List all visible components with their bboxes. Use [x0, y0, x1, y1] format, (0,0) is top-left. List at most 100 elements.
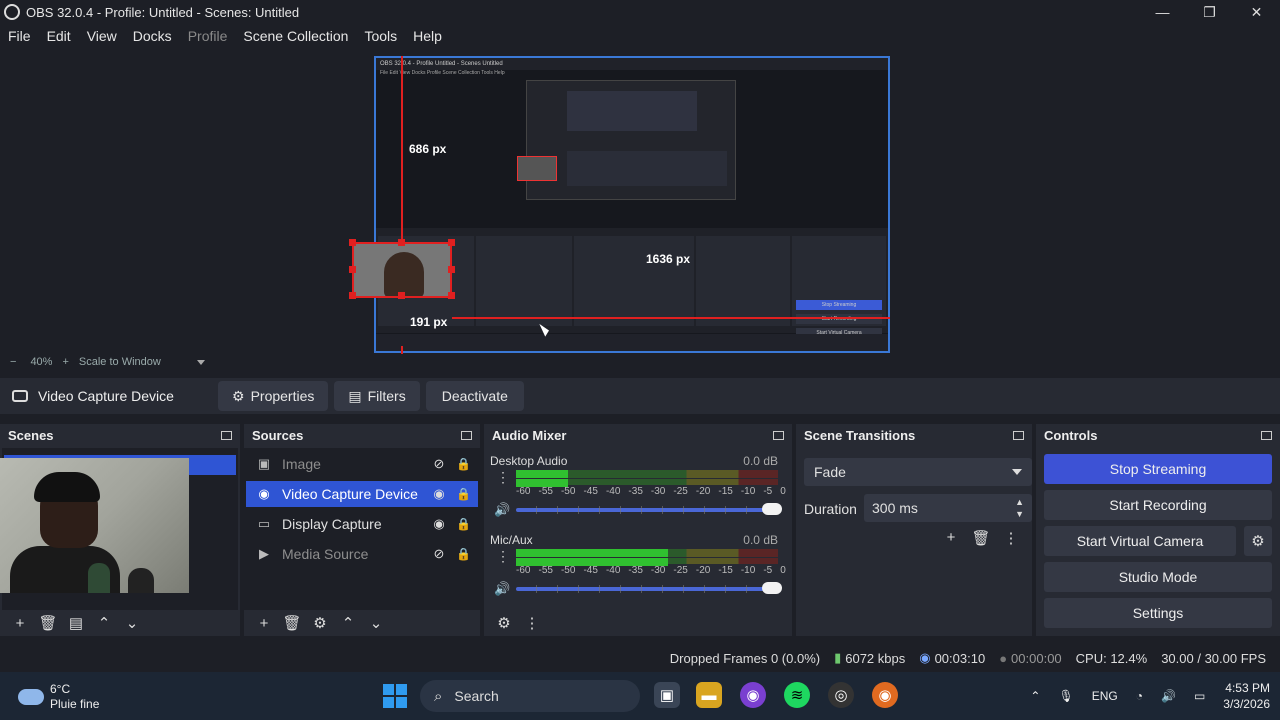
- windows-start-icon[interactable]: [383, 684, 407, 708]
- trash-icon[interactable]: 🗑: [34, 614, 62, 632]
- eye-icon[interactable]: ◉: [430, 516, 448, 532]
- task-view-icon[interactable]: ▣: [654, 682, 680, 708]
- start-virtual-camera-button[interactable]: Start Virtual Camera: [1044, 526, 1236, 556]
- channel-menu-icon[interactable]: ⋮: [496, 549, 510, 563]
- resize-handle[interactable]: [349, 292, 356, 299]
- virtual-camera-settings-icon[interactable]: ⚙: [1244, 526, 1272, 556]
- selected-source-box[interactable]: [352, 242, 452, 298]
- menu-tools[interactable]: Tools: [356, 28, 405, 44]
- battery-icon[interactable]: ▭: [1194, 689, 1205, 703]
- chevron-up-icon[interactable]: ⌃: [1030, 689, 1040, 703]
- settings-button[interactable]: Settings: [1044, 598, 1272, 628]
- menu-file[interactable]: File: [0, 28, 39, 44]
- gear-icon[interactable]: ⚙: [306, 614, 334, 632]
- lock-icon[interactable]: 🔒: [456, 517, 471, 531]
- resize-handle[interactable]: [349, 266, 356, 273]
- resize-handle[interactable]: [448, 239, 455, 246]
- resize-handle[interactable]: [349, 239, 356, 246]
- dock-float-icon[interactable]: [221, 430, 232, 440]
- chrome-icon[interactable]: ◉: [872, 682, 898, 708]
- preview-area[interactable]: OBS 32.0.4 - Profile Untitled - Scenes U…: [0, 48, 1280, 354]
- trash-icon[interactable]: 🗑: [966, 529, 996, 547]
- channel-menu-icon[interactable]: ⋮: [496, 470, 510, 484]
- eye-hidden-icon[interactable]: ⊘: [430, 456, 448, 472]
- mixer-menu-icon[interactable]: ⋮: [518, 614, 546, 632]
- resize-handle[interactable]: [448, 292, 455, 299]
- source-item-media-source[interactable]: ▶ Media Source ⊘ 🔒: [246, 541, 478, 567]
- duration-input[interactable]: 300 ms ▲ ▼: [864, 494, 1032, 522]
- transition-select[interactable]: Fade: [804, 458, 1032, 486]
- dock-float-icon[interactable]: [773, 430, 784, 440]
- resize-handle[interactable]: [398, 239, 405, 246]
- move-down-icon[interactable]: ⌄: [118, 614, 146, 632]
- minimize-button[interactable]: —: [1139, 0, 1186, 24]
- language-indicator[interactable]: ENG: [1092, 689, 1118, 703]
- wifi-icon[interactable]: ◔: [1136, 689, 1143, 703]
- add-source-button[interactable]: +: [250, 615, 278, 632]
- chevron-down-icon[interactable]: [196, 359, 205, 365]
- spinner-arrows-icon[interactable]: ▲ ▼: [1015, 496, 1024, 520]
- filters-button[interactable]: ▤ Filters: [334, 381, 420, 411]
- stop-streaming-button[interactable]: Stop Streaming: [1044, 454, 1272, 484]
- studio-mode-button[interactable]: Studio Mode: [1044, 562, 1272, 592]
- volume-slider[interactable]: [516, 582, 782, 594]
- lock-icon[interactable]: 🔒: [456, 547, 471, 561]
- maximize-button[interactable]: ❐: [1186, 0, 1233, 24]
- speaker-icon[interactable]: 🔊: [494, 581, 510, 597]
- close-button[interactable]: ✕: [1233, 0, 1280, 24]
- menu-edit[interactable]: Edit: [39, 28, 79, 44]
- file-explorer-icon[interactable]: ▬: [696, 682, 722, 708]
- resize-handle[interactable]: [448, 266, 455, 273]
- resize-handle[interactable]: [398, 292, 405, 299]
- trash-icon[interactable]: 🗑: [278, 614, 306, 632]
- slider-knob[interactable]: [762, 503, 782, 515]
- obs-taskbar-icon[interactable]: ◎: [828, 682, 854, 708]
- stream-time: 00:03:10: [934, 650, 986, 666]
- deactivate-button[interactable]: Deactivate: [425, 381, 524, 411]
- menu-help[interactable]: Help: [405, 28, 450, 44]
- clock[interactable]: 4:53 PM 3/3/2026: [1223, 680, 1270, 712]
- transition-menu-icon[interactable]: ⋮: [996, 529, 1026, 547]
- volume-icon[interactable]: 🔊: [1161, 689, 1176, 703]
- menu-profile[interactable]: Profile: [180, 28, 236, 44]
- menu-view[interactable]: View: [79, 28, 125, 44]
- source-item-video-capture[interactable]: ◉ Video Capture Device ◉ 🔒: [246, 481, 478, 507]
- eye-icon[interactable]: ◉: [430, 486, 448, 502]
- slider-knob[interactable]: [762, 582, 782, 594]
- browser-icon[interactable]: ◉: [740, 682, 766, 708]
- weather-widget[interactable]: 6°C Pluie fine: [18, 682, 99, 712]
- spotify-icon[interactable]: ≋: [784, 682, 810, 708]
- eye-hidden-icon[interactable]: ⊘: [430, 546, 448, 562]
- menu-scene-collection[interactable]: Scene Collection: [235, 28, 356, 44]
- source-item-display-capture[interactable]: ▭ Display Capture ◉ 🔒: [246, 511, 478, 537]
- move-up-icon[interactable]: ⌃: [334, 614, 362, 632]
- meter-scale: -60 -55 -50 -45 -40 -35 -30 -25 -20 -15 -10 -5 0: [516, 565, 786, 576]
- dock-float-icon[interactable]: [1261, 430, 1272, 440]
- dock-float-icon[interactable]: [461, 430, 472, 440]
- menu-docks[interactable]: Docks: [125, 28, 180, 44]
- preview-canvas[interactable]: OBS 32.0.4 - Profile Untitled - Scenes U…: [374, 56, 890, 353]
- scene-transitions-dock: Scene Transitions Fade Duration 300 ms ▲ ▼…: [796, 424, 1032, 636]
- taskbar-search[interactable]: ⌕ Search: [420, 680, 640, 712]
- properties-button[interactable]: ⚙ Properties: [218, 381, 329, 411]
- advanced-audio-icon[interactable]: ⚙: [490, 614, 518, 632]
- add-transition-button[interactable]: +: [936, 529, 966, 547]
- mixer-title: Audio Mixer: [492, 427, 567, 443]
- add-scene-button[interactable]: +: [6, 615, 34, 632]
- menu-bar: File Edit View Docks Profile Scene Colle…: [0, 24, 1280, 48]
- source-item-image[interactable]: ▣ Image ⊘ 🔒: [246, 451, 478, 477]
- zoom-in-button[interactable]: +: [62, 356, 68, 368]
- volume-slider[interactable]: [516, 503, 782, 515]
- filter-icon[interactable]: ▤: [62, 614, 90, 632]
- volume-meter: [516, 479, 778, 487]
- lock-icon[interactable]: 🔒: [456, 487, 471, 501]
- move-down-icon[interactable]: ⌄: [362, 614, 390, 632]
- move-up-icon[interactable]: ⌃: [90, 614, 118, 632]
- zoom-out-button[interactable]: −: [10, 356, 16, 368]
- speaker-icon[interactable]: 🔊: [494, 502, 510, 518]
- scale-mode-select[interactable]: Scale to Window: [79, 356, 161, 368]
- start-recording-button[interactable]: Start Recording: [1044, 490, 1272, 520]
- lock-icon[interactable]: 🔒: [456, 457, 471, 471]
- microphone-icon[interactable]: 🎙: [1058, 689, 1073, 703]
- dock-float-icon[interactable]: [1013, 430, 1024, 440]
